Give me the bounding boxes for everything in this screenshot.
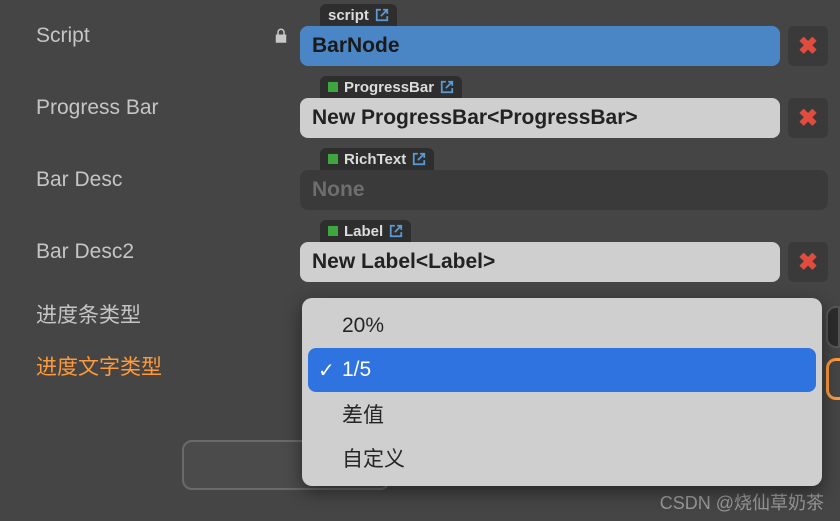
dropdown-option-label: 差值: [342, 399, 384, 429]
label-text: Progress Bar: [36, 96, 159, 120]
row-bar-desc: Bar Desc RichText None: [0, 144, 840, 216]
lock-icon: [272, 26, 290, 46]
bar-desc-placeholder: None: [312, 178, 365, 202]
label-bar-desc: Bar Desc: [36, 168, 300, 192]
clear-button[interactable]: ✖: [788, 98, 828, 138]
external-link-icon[interactable]: [440, 80, 454, 94]
watermark: CSDN @烧仙草奶茶: [660, 489, 824, 515]
dropdown-option-3[interactable]: 自定义: [308, 436, 816, 480]
dropdown-option-label: 自定义: [342, 443, 405, 473]
clear-button[interactable]: ✖: [788, 242, 828, 282]
label-progress-type: 进度条类型: [36, 299, 300, 329]
label-text: Script: [36, 24, 90, 48]
check-icon: ✓: [318, 358, 335, 383]
external-link-icon[interactable]: [375, 8, 389, 22]
progress-bar-input-value: New ProgressBar<ProgressBar>: [312, 106, 638, 130]
label-text: Bar Desc: [36, 168, 122, 192]
external-link-icon[interactable]: [389, 224, 403, 238]
tag-script: script: [320, 4, 397, 26]
dropdown-option-2[interactable]: 差值: [308, 392, 816, 436]
tag-text: Label: [344, 223, 383, 240]
tag-bar-desc2: Label: [320, 220, 411, 242]
tag-progress-bar: ProgressBar: [320, 76, 462, 98]
dropdown-option-label: 20%: [342, 314, 384, 338]
field-script: script BarNode ✖: [300, 0, 840, 72]
field-progress-bar: ProgressBar New ProgressBar<ProgressBar>…: [300, 72, 840, 144]
hidden-select-edge[interactable]: [826, 306, 840, 348]
dropdown-menu: 20% ✓ 1/5 差值 自定义: [302, 298, 822, 486]
tag-bar-desc: RichText: [320, 148, 434, 170]
tag-text: ProgressBar: [344, 79, 434, 96]
field-bar-desc: RichText None: [300, 144, 840, 216]
bar-desc2-input[interactable]: New Label<Label>: [300, 242, 780, 282]
label-bar-desc2: Bar Desc2: [36, 240, 300, 264]
node-indicator-icon: [328, 154, 338, 164]
row-progress-bar: Progress Bar ProgressBar New ProgressBar…: [0, 72, 840, 144]
label-text-type: 进度文字类型: [36, 351, 300, 381]
script-input[interactable]: BarNode: [300, 26, 780, 66]
node-indicator-icon: [328, 226, 338, 236]
row-bar-desc2: Bar Desc2 Label New Label<Label> ✖: [0, 216, 840, 288]
external-link-icon[interactable]: [412, 152, 426, 166]
label-script: Script: [36, 24, 300, 48]
label-progress-bar: Progress Bar: [36, 96, 300, 120]
hidden-select-edge-active[interactable]: [826, 358, 840, 400]
tag-text: script: [328, 7, 369, 24]
bar-desc2-input-value: New Label<Label>: [312, 250, 495, 274]
label-text: 进度条类型: [36, 299, 141, 329]
label-text: Bar Desc2: [36, 240, 134, 264]
dropdown-option-1[interactable]: ✓ 1/5: [308, 348, 816, 392]
bar-desc-input[interactable]: None: [300, 170, 828, 210]
row-script: Script script BarNode ✖: [0, 0, 840, 72]
dropdown-option-0[interactable]: 20%: [308, 304, 816, 348]
progress-bar-input[interactable]: New ProgressBar<ProgressBar>: [300, 98, 780, 138]
label-text: 进度文字类型: [36, 351, 162, 381]
script-input-value: BarNode: [312, 34, 400, 58]
clear-button[interactable]: ✖: [788, 26, 828, 66]
tag-text: RichText: [344, 151, 406, 168]
field-bar-desc2: Label New Label<Label> ✖: [300, 216, 840, 288]
node-indicator-icon: [328, 82, 338, 92]
dropdown-option-label: 1/5: [342, 358, 371, 382]
